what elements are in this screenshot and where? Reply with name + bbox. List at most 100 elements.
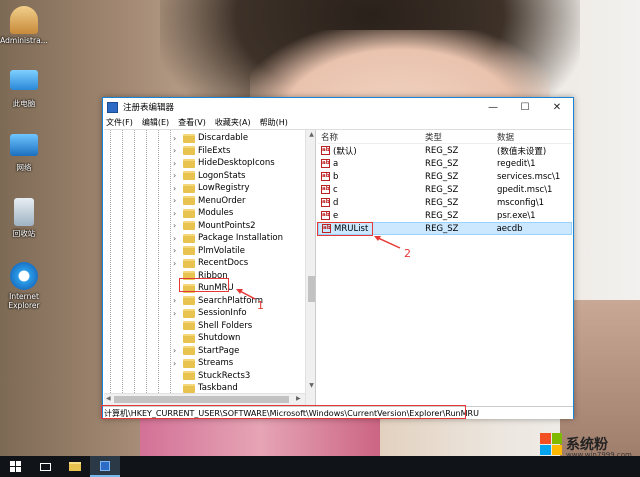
folder-icon [183, 358, 195, 368]
desktop-icon-user[interactable]: Administra... [0, 6, 48, 45]
tree-item-package-installation[interactable]: › Package Installation [173, 232, 283, 245]
folder-icon [183, 183, 195, 193]
scroll-right-icon[interactable]: ▶ [296, 395, 301, 402]
regedit-icon [107, 101, 118, 113]
scroll-thumb[interactable] [114, 396, 289, 403]
value-row[interactable]: ab b REG_SZ services.msc\1 [318, 170, 572, 183]
scroll-up-icon[interactable]: ▲ [307, 131, 315, 138]
desktop-icon-network[interactable]: 网络 [0, 134, 48, 173]
chevron-right-icon[interactable]: › [173, 171, 183, 180]
split-panes: › Discardable › FileExts › HideDesktopIcons › L… [104, 129, 572, 405]
tree-item-stuckrects3[interactable]: StuckRects3 [173, 370, 250, 383]
file-explorer-button[interactable] [60, 456, 90, 477]
chevron-right-icon[interactable]: › [173, 346, 183, 355]
chevron-right-icon[interactable]: › [173, 359, 183, 368]
tree-item-plmvolatile[interactable]: › PlmVolatile [173, 245, 245, 258]
tree-item-label: PlmVolatile [198, 245, 245, 256]
desktop-icon-label: 回收站 [12, 229, 36, 238]
chevron-right-icon[interactable]: › [173, 196, 183, 205]
folder-icon [183, 233, 195, 243]
desktop-icon-ie[interactable]: Internet Explorer [0, 262, 48, 310]
desktop-icon-label: 此电脑 [12, 99, 36, 108]
value-row[interactable]: ab d REG_SZ msconfig\1 [318, 196, 572, 209]
regedit-taskbar-button[interactable] [90, 456, 120, 477]
desktop-icon-recycle-bin[interactable]: 回收站 [0, 198, 48, 239]
regedit-icon [100, 460, 110, 471]
chevron-right-icon[interactable]: › [173, 309, 183, 318]
tree-item-label: LowRegistry [198, 183, 250, 194]
column-name-header[interactable]: 名称 [318, 131, 425, 143]
annotation-box-mrulist [317, 222, 373, 236]
minimize-button[interactable]: — [477, 98, 509, 116]
chevron-right-icon[interactable]: › [173, 209, 183, 218]
tree-vertical-scrollbar[interactable]: ▲ ▼ [305, 130, 315, 405]
tree-item-menuorder[interactable]: › MenuOrder [173, 195, 246, 208]
chevron-right-icon[interactable]: › [173, 134, 183, 143]
chevron-right-icon[interactable]: › [173, 259, 183, 268]
menu-view[interactable]: 查看(V) [178, 117, 206, 128]
folder-icon [183, 196, 195, 206]
value-row[interactable]: ab e REG_SZ psr.exe\1 [318, 209, 572, 222]
tree-guide-line [134, 130, 135, 405]
chevron-right-icon[interactable]: › [173, 146, 183, 155]
folder-icon [183, 371, 195, 381]
title-bar[interactable]: 注册表编辑器 — ☐ ✕ [103, 98, 573, 116]
close-button[interactable]: ✕ [541, 98, 573, 116]
registry-editor-window: 注册表编辑器 — ☐ ✕ 文件(F) 编辑(E) 查看(V) 收藏夹(A) 帮助… [102, 97, 574, 419]
value-row[interactable]: ab a REG_SZ regedit\1 [318, 157, 572, 170]
menu-help[interactable]: 帮助(H) [260, 117, 288, 128]
tree-item-startpage[interactable]: › StartPage [173, 345, 239, 358]
folder-icon [69, 462, 81, 471]
tree-item-discardable[interactable]: › Discardable [173, 132, 248, 145]
tree-item-streams[interactable]: › Streams [173, 357, 233, 370]
tree-item-label: Shell Folders [198, 320, 253, 331]
tree-item-label: Modules [198, 208, 234, 219]
menu-edit[interactable]: 编辑(E) [142, 117, 169, 128]
task-view-button[interactable] [30, 456, 60, 477]
tree-item-logonstats[interactable]: › LogonStats [173, 170, 245, 183]
column-data-header[interactable]: 数据 [497, 131, 572, 143]
tree-item-modules[interactable]: › Modules [173, 207, 233, 220]
folder-icon [183, 296, 195, 306]
value-data-cell: (数值未设置) [497, 146, 547, 157]
folder-icon [183, 321, 195, 331]
value-name: c [333, 184, 338, 195]
chevron-right-icon[interactable]: › [173, 184, 183, 193]
chevron-right-icon[interactable]: › [173, 296, 183, 305]
scroll-left-icon[interactable]: ◀ [106, 395, 111, 402]
tree-guide-line [158, 130, 159, 405]
desktop-icon-computer[interactable]: 此电脑 [0, 70, 48, 109]
chevron-right-icon[interactable]: › [173, 246, 183, 255]
scroll-thumb[interactable] [308, 276, 315, 302]
tree-item-lowregistry[interactable]: › LowRegistry [173, 182, 250, 195]
tree-item-mountpoints2[interactable]: › MountPoints2 [173, 220, 256, 233]
tree-item-label: MenuOrder [198, 195, 246, 206]
string-value-icon: ab [321, 198, 330, 207]
menu-bar: 文件(F) 编辑(E) 查看(V) 收藏夹(A) 帮助(H) [103, 116, 573, 129]
menu-file[interactable]: 文件(F) [106, 117, 133, 128]
value-row[interactable]: ab (默认) REG_SZ (数值未设置) [318, 144, 572, 157]
chevron-right-icon[interactable]: › [173, 159, 183, 168]
tree-horizontal-scrollbar[interactable]: ◀ ▶ [104, 393, 305, 405]
value-type-cell: REG_SZ [425, 197, 459, 208]
start-button[interactable] [0, 456, 30, 477]
value-row[interactable]: ab c REG_SZ gpedit.msc\1 [318, 183, 572, 196]
chevron-right-icon[interactable]: › [173, 234, 183, 243]
tree-item-hidedesktopicons[interactable]: › HideDesktopIcons [173, 157, 275, 170]
tree-item-fileexts[interactable]: › FileExts [173, 145, 230, 158]
folder-icon [183, 258, 195, 268]
tree-item-sessioninfo[interactable]: › SessionInfo [173, 307, 247, 320]
desktop-icon-label: Internet Explorer [8, 292, 40, 310]
folder-icon [183, 171, 195, 181]
column-type-header[interactable]: 类型 [425, 131, 497, 143]
tree-item-label: StuckRects3 [198, 370, 251, 381]
menu-favorites[interactable]: 收藏夹(A) [215, 117, 251, 128]
tree-item-shutdown[interactable]: Shutdown [173, 332, 240, 345]
values-header: 名称 类型 数据 [318, 130, 572, 144]
tree-item-shell-folders[interactable]: Shell Folders [173, 320, 252, 333]
tree-item-searchplatform[interactable]: › SearchPlatform [173, 295, 263, 308]
maximize-button[interactable]: ☐ [509, 98, 541, 116]
scroll-down-icon[interactable]: ▼ [307, 382, 315, 389]
tree-item-recentdocs[interactable]: › RecentDocs [173, 257, 248, 270]
chevron-right-icon[interactable]: › [173, 221, 183, 230]
